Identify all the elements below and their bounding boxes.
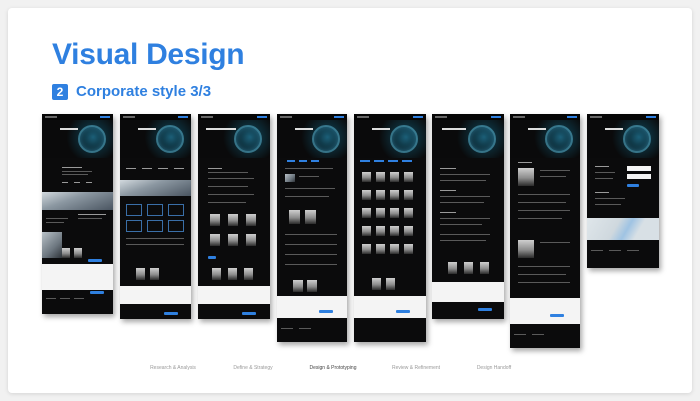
phase-define-strategy: Define & Strategy [233,365,273,371]
slide-title: Visual Design [52,38,245,71]
mock-office-photo [42,192,113,210]
mockup-team-grid [354,114,426,342]
mock-map [587,218,659,240]
subtitle-row: 2 Corporate style 3/3 [52,83,211,100]
slide-subtitle: Corporate style 3/3 [76,83,212,100]
mockup-practices [120,114,191,319]
phase-review-refinement: Review & Refinement [391,365,441,371]
process-phases: Research & Analysis Define & Strategy De… [0,365,700,377]
phase-research-analysis: Research & Analysis [150,365,196,371]
mockup-about-us [42,114,113,314]
mock-hero [42,120,113,158]
step-number-badge: 2 [52,83,68,100]
phase-design-prototyping: Design & Prototyping [309,365,357,371]
mockup-team-profile [510,114,580,348]
mock-logo [45,116,57,118]
phase-design-handoff: Design Handoff [476,365,512,371]
mockup-contacts [587,114,659,268]
mockup-successes [432,114,504,319]
mockup-investigation [198,114,270,319]
mockup-people [277,114,347,342]
